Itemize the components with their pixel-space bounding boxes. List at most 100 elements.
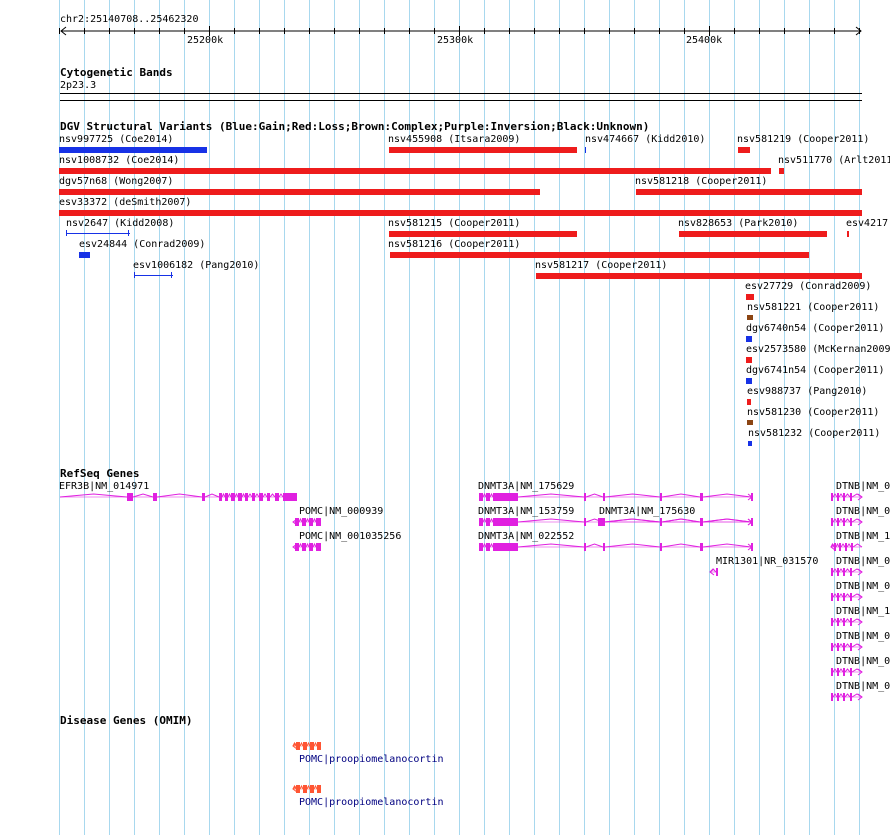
gene-intron [852,543,863,548]
gene-intron [305,542,310,548]
gene-exon [837,643,839,651]
gene-exon [231,493,235,501]
gene-intron [832,593,838,598]
gene-intron [832,493,838,498]
gene-glyph [709,568,718,576]
gene-glyph [598,518,753,526]
gene-intron [312,517,317,523]
gene-label[interactable]: MIR1301|NR_031570 [716,556,818,568]
gene-exon [845,543,847,551]
gene-exon [831,618,833,626]
gene-exon [584,493,586,501]
gene-exon [259,493,263,501]
gene-intron [262,493,268,498]
gene-label[interactable]: DTNB|NM_0 [836,681,890,693]
gene-label[interactable]: DTNB|NM_0 [836,656,890,668]
gene-label[interactable]: DTNB|NM_0 [836,581,890,593]
gene-label[interactable]: POMC|NM_001035256 [299,531,401,543]
gene-exon [851,543,853,551]
gene-exon [837,593,839,601]
gene-exon [850,518,852,526]
gene-label[interactable]: DNMT3A|NM_175629 [478,481,574,493]
gene-intron [603,518,661,523]
gene-label[interactable]: DNMT3A|NM_153759 [478,506,574,518]
gene-label[interactable]: DTNB|NM_0 [836,556,890,568]
gene-exon [486,543,490,551]
gene-glyph [831,643,863,651]
gene-exon [584,518,586,526]
gene-exon [716,568,718,576]
gene-intron [832,618,838,623]
gene-intron [298,517,303,523]
gene-exon [839,543,841,551]
gene-exon [317,785,321,793]
gene-exon [309,543,313,551]
gene-label[interactable]: DTNB|NM_0 [836,506,890,518]
gene-exon [843,568,845,576]
gene-exon [843,518,845,526]
gene-exon [837,693,839,701]
gene-exon [302,543,306,551]
gene-exon [837,668,839,676]
gene-exon [267,493,270,501]
gene-intron [844,668,851,673]
gene-exon [493,493,518,501]
gene-intron [702,518,752,523]
gene-exon [486,518,490,526]
gene-exon [310,742,314,750]
gene-glyph [831,493,863,501]
gene-intron [489,492,494,498]
omim-label[interactable]: POMC|proopiomelanocortin [299,797,444,809]
gene-exon [700,518,703,526]
gene-intron [844,568,851,573]
gene-intron [482,517,487,523]
refseq-gene-glyphs [59,492,863,793]
gene-intron [838,593,844,598]
gene-exon [660,543,662,551]
gene-intron [254,493,260,498]
gene-intron [482,492,487,498]
omim-label[interactable]: POMC|proopiomelanocortin [299,754,444,766]
gene-exon [700,493,703,501]
gene-exon [843,693,845,701]
gene-intron [835,542,840,548]
gene-intron [517,543,585,548]
gene-intron [305,517,310,523]
gene-exon [843,618,845,626]
gene-exon [303,785,307,793]
omim-glyph [292,784,321,793]
gene-label[interactable]: EFR3B|NM_014971 [59,481,149,493]
gene-exon [850,643,852,651]
gene-label[interactable]: DTNB|NM_1 [836,606,890,618]
gene-glyph [831,518,863,526]
gene-intron [661,493,701,498]
gene-intron [702,543,752,548]
gene-exon [202,493,205,501]
gene-label[interactable]: DTNB|NM_0 [836,481,890,493]
gene-exon [831,593,833,601]
gene-exon [850,668,852,676]
gene-intron [844,693,851,698]
gene-exon [245,493,248,501]
gene-glyph [831,618,863,626]
gene-intron [313,741,318,747]
gene-intron [832,518,838,523]
gene-intron [269,493,276,498]
gene-exon [831,518,833,526]
gene-label[interactable]: DNMT3A|NM_022552 [478,531,574,543]
gene-label[interactable]: POMC|NM_000939 [299,506,383,518]
gene-intron [838,493,844,498]
gene-intron [306,741,311,747]
gene-exon [831,668,833,676]
gene-intron [604,543,661,548]
gene-label[interactable]: DTNB|NM_0 [836,631,890,643]
gene-exon [225,493,228,501]
gene-exon [275,493,279,501]
gene-label[interactable]: DTNB|NM_1 [836,531,890,543]
gene-exon [837,618,839,626]
gene-label[interactable]: DNMT3A|NM_175630 [599,506,695,518]
gene-intron [278,493,284,498]
gene-intron [306,784,311,790]
gene-intron [838,693,844,698]
gene-intron [838,518,844,523]
